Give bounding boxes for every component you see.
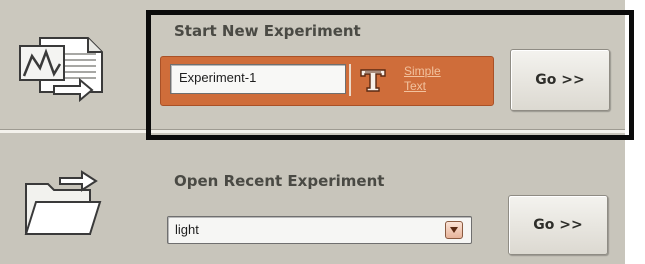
folder-open-icon (20, 162, 106, 242)
simple-text-link[interactable]: Simple Text (404, 64, 441, 94)
simple-text-line2: Text (404, 79, 427, 93)
chevron-down-icon[interactable] (445, 221, 463, 239)
start-new-experiment-heading: Start New Experiment (174, 22, 361, 40)
recent-experiment-select[interactable]: light (167, 216, 472, 244)
open-recent-experiment-heading: Open Recent Experiment (174, 172, 385, 190)
simple-text-line1: Simple (404, 64, 441, 78)
text-format-icon[interactable] (359, 68, 387, 96)
section-divider-highlight (0, 130, 625, 133)
experiment-name-input[interactable]: Experiment-1 (170, 64, 346, 94)
open-experiment-go-button[interactable]: Go >> (508, 195, 608, 255)
chart-export-icon (14, 30, 110, 102)
input-bar-separator (349, 64, 351, 96)
selected-experiment: light (175, 222, 199, 237)
start-experiment-go-button[interactable]: Go >> (510, 49, 610, 111)
